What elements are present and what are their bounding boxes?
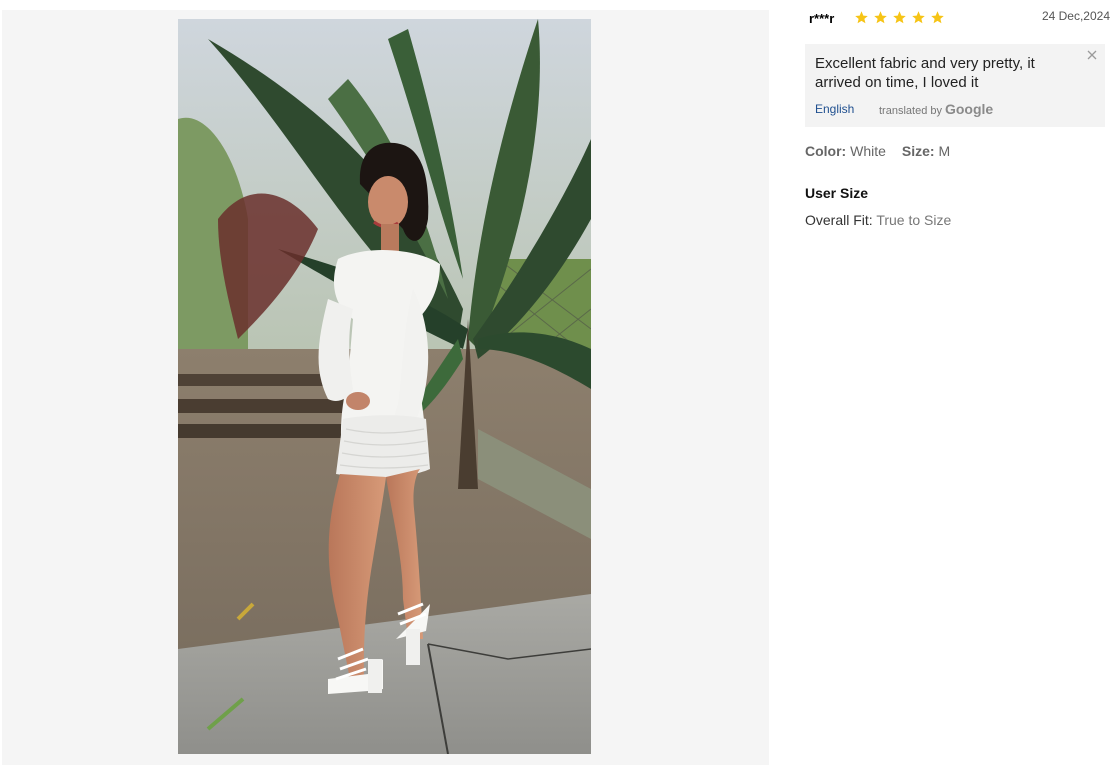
translation-box: Excellent fabric and very pretty, it arr… [805,44,1105,127]
translated-by-label: translated by [879,105,942,117]
google-logo: Google [944,101,994,117]
overall-fit-value: True to Size [876,212,952,228]
size-attribute: Size: M [902,143,950,159]
user-size-heading: User Size [805,185,869,201]
review-text: Excellent fabric and very pretty, it arr… [815,55,1035,91]
star-icon [893,11,906,24]
color-value: White [850,143,886,159]
overall-fit: Overall Fit: True to Size [805,212,951,228]
size-value: M [938,143,951,159]
star-icon [912,11,925,24]
review-user-name: r***r [809,11,835,26]
star-icon [855,11,868,24]
review-date: 24 Dec,2024 [1041,9,1110,23]
color-attribute: Color: White [805,143,886,159]
review-photo-pane [2,10,769,765]
review-sidebar: r***r 24 Dec,2024 Excellent fabric and v… [805,0,1110,767]
size-label: Size: [901,143,935,159]
star-rating [854,10,945,25]
color-label: Color: [805,143,847,159]
close-icon[interactable] [1085,48,1099,62]
translated-by-google: translated by Google [879,101,993,117]
review-photo[interactable] [178,19,591,754]
language-link[interactable]: English [815,102,854,116]
overall-fit-label: Overall Fit: [805,212,873,228]
star-icon [931,11,944,24]
review-attributes: Color: White Size: M [805,143,950,159]
star-icon [874,11,887,24]
review-photo-image [178,19,591,754]
